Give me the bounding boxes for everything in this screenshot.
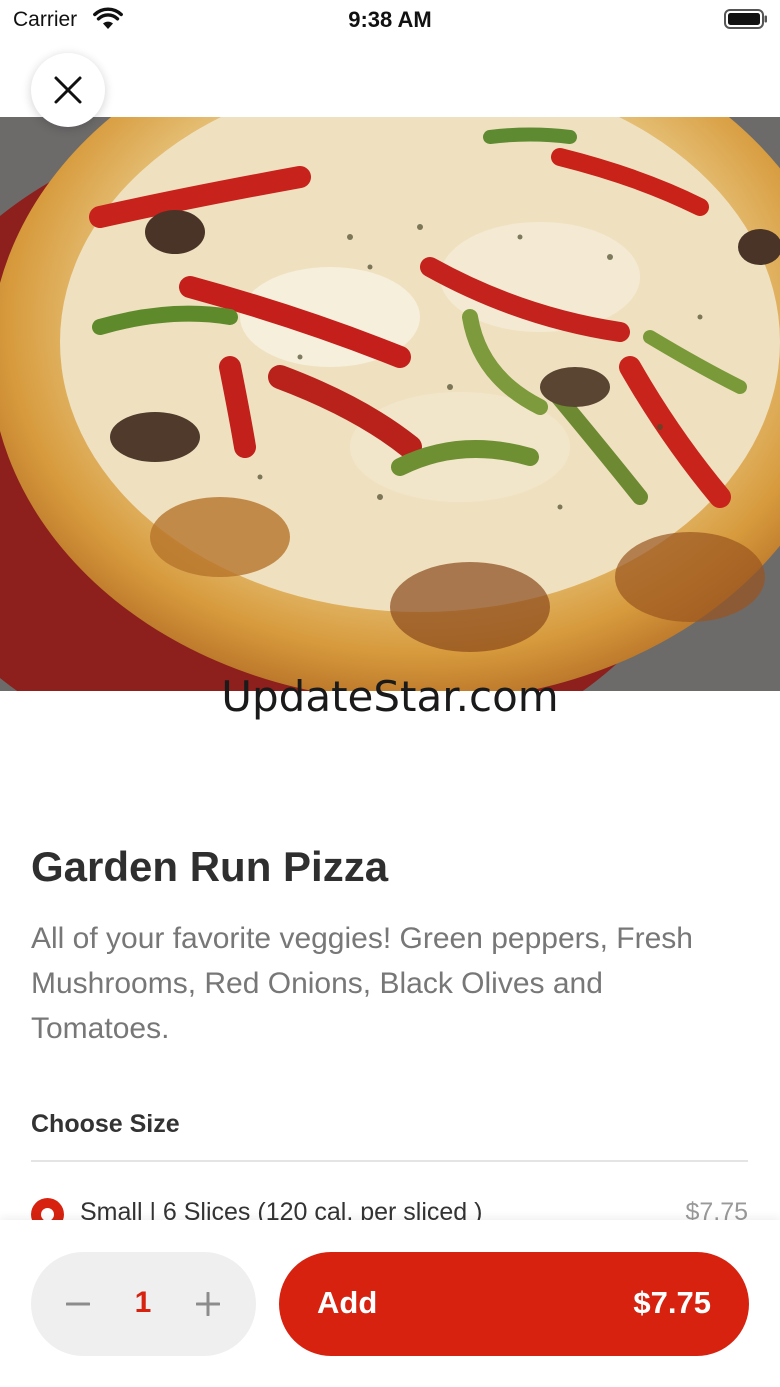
status-time: 9:38 AM bbox=[348, 7, 432, 32]
product-description: All of your favorite veggies! Green pepp… bbox=[31, 922, 693, 1045]
add-to-cart-button[interactable]: Add $7.75 bbox=[279, 1252, 749, 1356]
minus-icon bbox=[66, 1302, 90, 1306]
status-bar: Carrier 9:38 AM bbox=[0, 0, 780, 40]
decrease-quantity-button[interactable] bbox=[53, 1278, 103, 1330]
quantity-value: 1 bbox=[134, 1286, 152, 1319]
quantity-stepper: 1 bbox=[31, 1252, 256, 1356]
section-divider bbox=[31, 1160, 748, 1162]
watermark: UpdateStar.com bbox=[221, 672, 559, 721]
pizza-photo bbox=[0, 117, 780, 691]
close-icon bbox=[54, 76, 82, 104]
plus-icon bbox=[196, 1292, 220, 1316]
add-button-price: $7.75 bbox=[633, 1285, 711, 1320]
close-button[interactable] bbox=[31, 53, 105, 127]
increase-quantity-button[interactable] bbox=[183, 1278, 233, 1330]
battery-full-icon bbox=[724, 9, 767, 29]
bottom-action-bar: 1 Add $7.75 bbox=[0, 1220, 780, 1387]
product-title: Garden Run Pizza bbox=[31, 843, 389, 890]
add-button-label: Add bbox=[317, 1285, 378, 1320]
choose-size-heading: Choose Size bbox=[31, 1110, 180, 1138]
